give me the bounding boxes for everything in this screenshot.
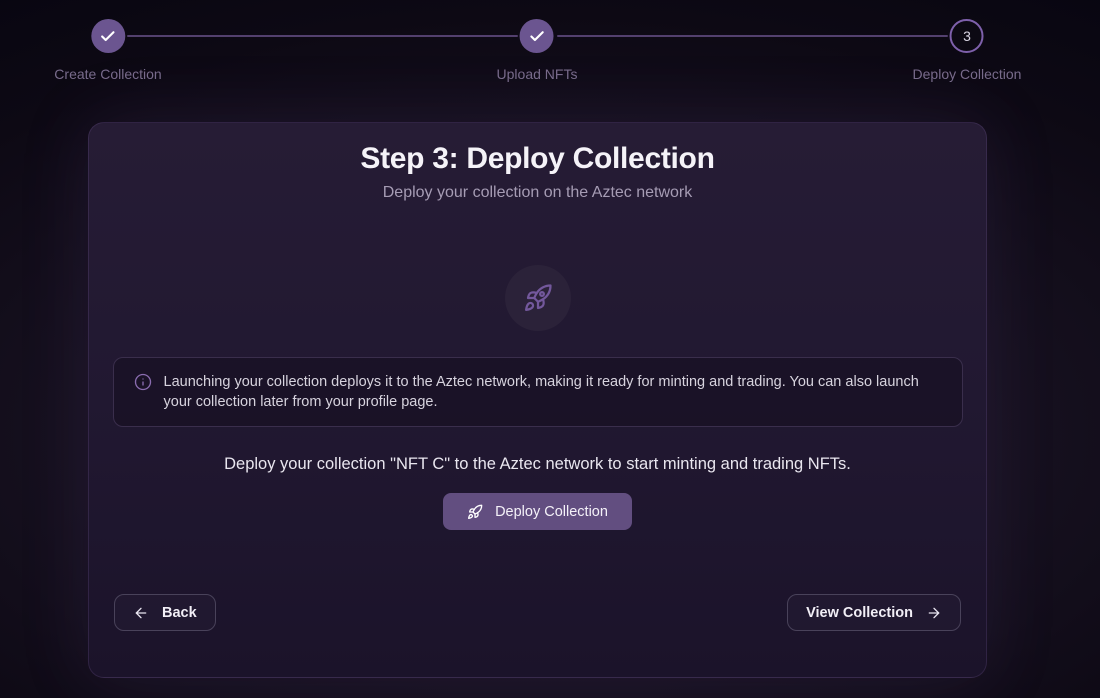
deploy-button-label: Deploy Collection	[495, 504, 608, 520]
step-number: 3	[963, 28, 971, 44]
step-upload-nfts[interactable]: Upload NFTs	[497, 19, 578, 82]
view-collection-button[interactable]: View Collection	[787, 594, 961, 631]
back-button[interactable]: Back	[114, 594, 216, 631]
back-button-label: Back	[162, 605, 197, 621]
step-label: Upload NFTs	[497, 66, 578, 82]
rocket-badge	[505, 265, 571, 331]
info-icon	[134, 373, 152, 391]
info-text: Launching your collection deploys it to …	[164, 372, 940, 412]
page-title: Step 3: Deploy Collection	[360, 142, 714, 176]
rocket-icon	[467, 504, 483, 520]
step-label: Deploy Collection	[913, 66, 1022, 82]
check-icon	[99, 28, 116, 45]
rocket-icon	[523, 283, 553, 313]
deploy-collection-screen: Create Collection Upload NFTs 3 Deploy C…	[0, 0, 1100, 698]
step-label: Create Collection	[54, 66, 161, 82]
deploy-prompt: Deploy your collection "NFT C" to the Az…	[224, 455, 851, 474]
card-footer: Back View Collection	[89, 594, 986, 677]
page-subtitle: Deploy your collection on the Aztec netw…	[383, 184, 693, 202]
info-callout: Launching your collection deploys it to …	[113, 357, 963, 427]
step-deploy-collection[interactable]: 3 Deploy Collection	[913, 19, 1022, 82]
stepper-connector	[127, 35, 518, 37]
view-collection-button-label: View Collection	[806, 605, 913, 621]
step-complete-indicator	[520, 19, 554, 53]
check-icon	[528, 28, 545, 45]
stepper-connector	[557, 35, 948, 37]
step-number-indicator: 3	[950, 19, 984, 53]
deploy-collection-button[interactable]: Deploy Collection	[443, 493, 632, 530]
step-create-collection[interactable]: Create Collection	[54, 19, 161, 82]
arrow-left-icon	[133, 605, 149, 621]
wizard-stepper: Create Collection Upload NFTs 3 Deploy C…	[0, 0, 1100, 100]
arrow-right-icon	[926, 605, 942, 621]
step-complete-indicator	[91, 19, 125, 53]
deploy-card: Step 3: Deploy Collection Deploy your co…	[88, 122, 987, 678]
